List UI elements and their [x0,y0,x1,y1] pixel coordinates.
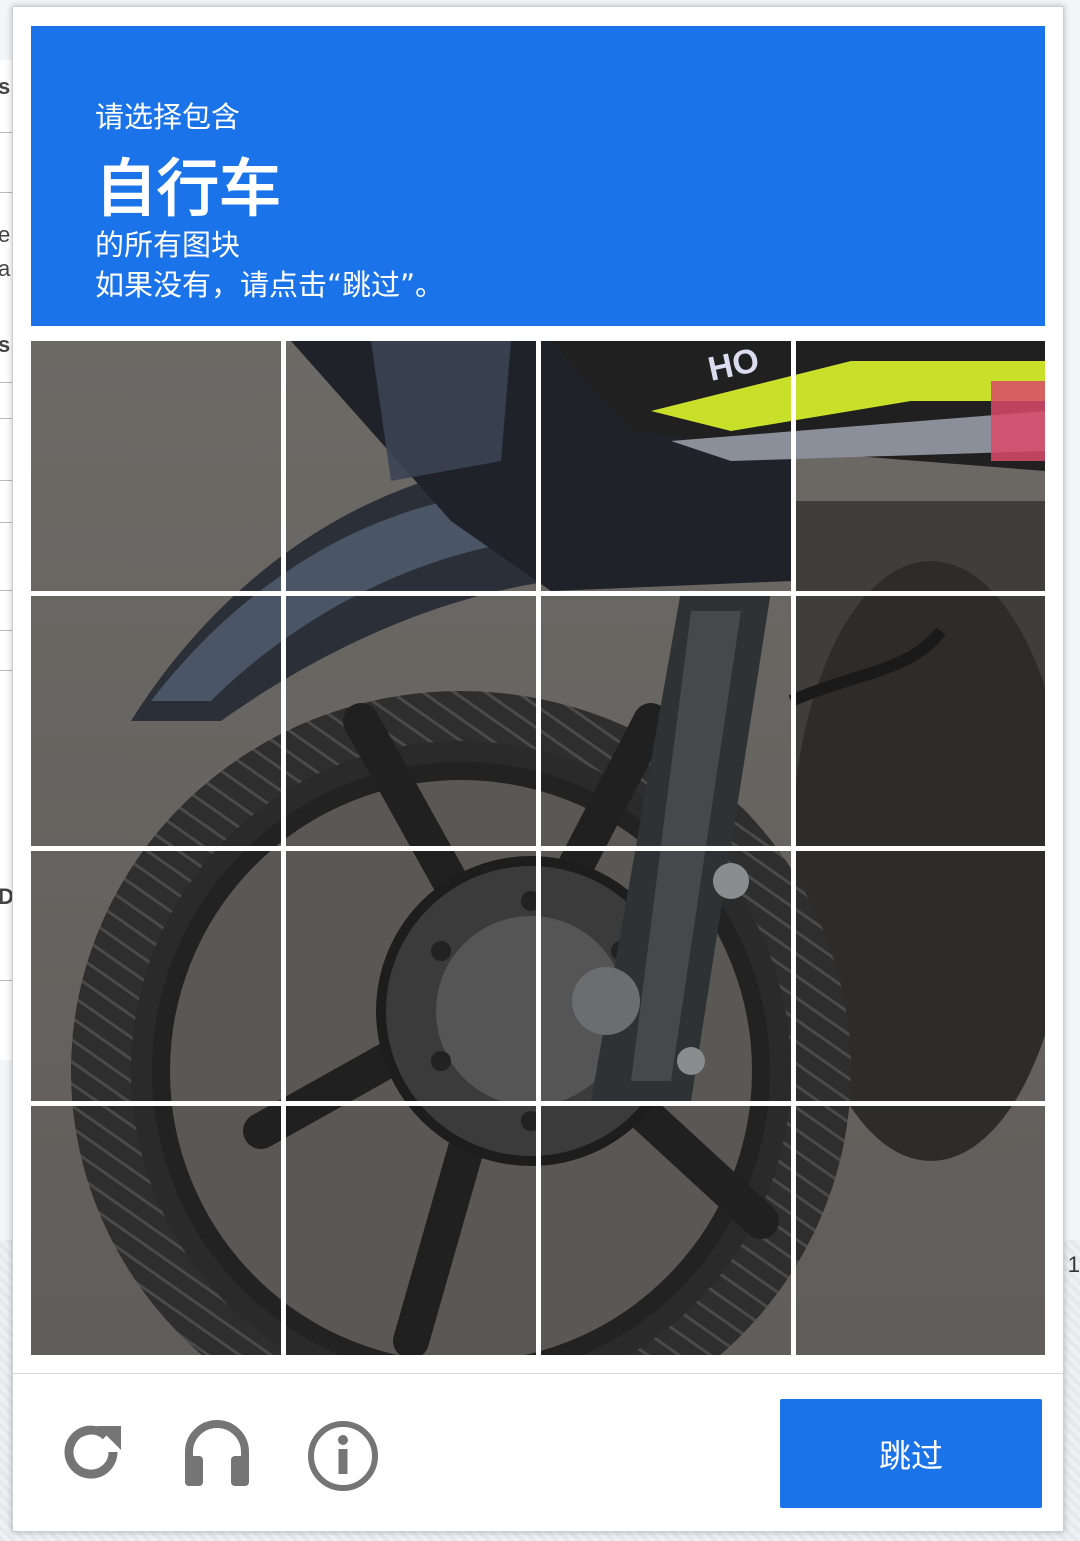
tile-image [541,851,791,1101]
tile-image [31,851,281,1101]
skip-button[interactable]: 跳过 [780,1399,1042,1508]
info-icon [308,1421,378,1491]
image-tile[interactable] [286,341,536,591]
image-tile[interactable] [541,1106,791,1355]
tile-image [286,596,536,846]
image-tile[interactable] [31,1106,281,1355]
tile-image [541,596,791,846]
reload-button[interactable] [51,1412,131,1492]
tile-image [286,851,536,1101]
background-text-fragment: a [0,256,11,281]
image-tile[interactable] [31,341,281,591]
tile-image [286,1106,536,1355]
image-tile[interactable] [796,1106,1045,1355]
captcha-dialog: 请选择包含 自行车 的所有图块 如果没有，请点击“跳过”。 跳过 [12,6,1064,1532]
tile-image [31,596,281,846]
image-tile[interactable] [541,851,791,1101]
tile-image [541,1106,791,1355]
footer-divider [13,1373,1063,1374]
image-tile[interactable] [796,341,1045,591]
image-tile[interactable] [286,596,536,846]
target-object-label: 自行车 [95,152,282,225]
tile-image [286,341,536,591]
image-tile[interactable] [796,596,1045,846]
background-number: 1 [1067,1252,1080,1277]
instruction-prefix: 请选择包含 [95,100,241,134]
skip-hint: 如果没有，请点击“跳过”。 [95,268,445,302]
image-tile[interactable] [796,851,1045,1101]
instruction-header: 请选择包含 自行车 的所有图块 如果没有，请点击“跳过”。 [31,26,1045,326]
image-tile[interactable] [31,851,281,1101]
image-tile[interactable] [286,1106,536,1355]
tile-image [31,1106,281,1355]
background-text-fragment: s [0,332,11,357]
tile-image [796,341,1045,591]
tile-image [541,341,791,591]
instruction-suffix: 的所有图块 [95,228,241,262]
headphones-icon [185,1420,249,1486]
tile-image [796,851,1045,1101]
tile-image [796,1106,1045,1355]
image-tile[interactable] [31,596,281,846]
help-button[interactable] [303,1412,383,1492]
audio-challenge-button[interactable] [177,1412,257,1492]
background-text-fragment: s [0,74,11,99]
background-text-fragment: e [0,222,11,247]
tile-image [796,596,1045,846]
image-tile[interactable] [286,851,536,1101]
image-tile[interactable] [541,341,791,591]
tile-image [31,341,281,591]
reload-icon [64,1425,121,1479]
image-tile[interactable] [541,596,791,846]
image-grid [31,341,1045,1355]
